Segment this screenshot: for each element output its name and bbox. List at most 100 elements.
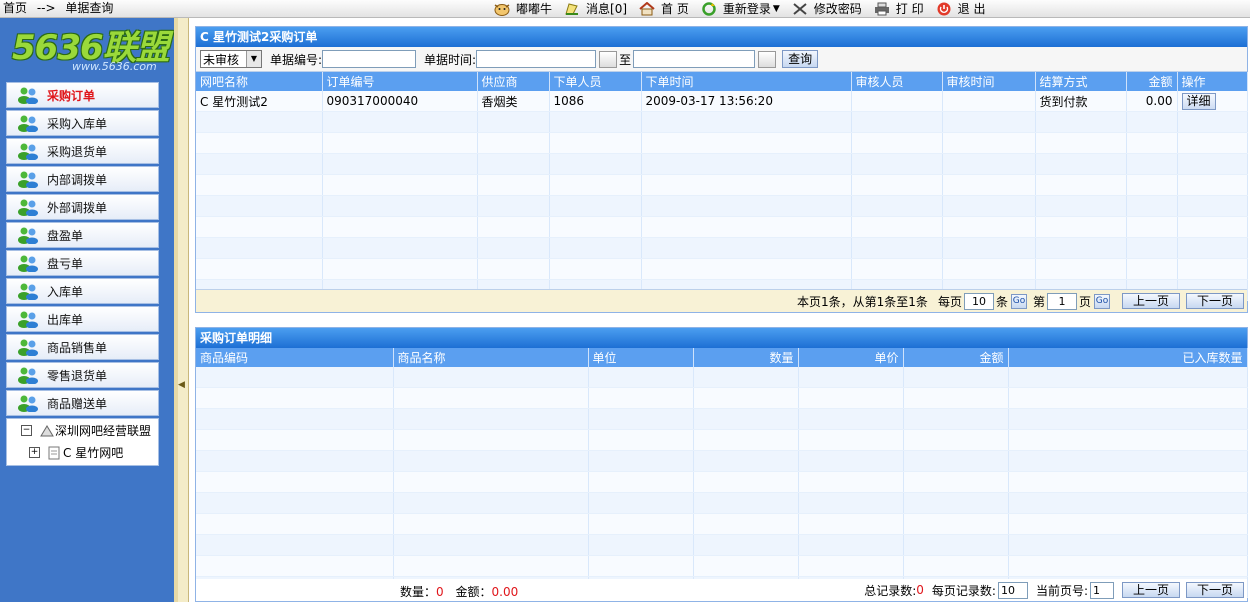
page-input[interactable]: 1	[1046, 292, 1077, 310]
table-row[interactable]: C 星竹测试2 090317000040 香烟类 1086 2009-03-17 13:…	[196, 91, 1248, 112]
table-cell	[196, 174, 323, 196]
collapse-arrow-icon[interactable]: ◀	[178, 380, 185, 390]
sidebar-item-label: 采购入库单	[47, 116, 108, 131]
details-footer: 数量：0 金额：0.00 总记录数: 0 每页记录数: 10 当前页号: 1 上一…	[196, 579, 1247, 601]
details-panel: 采购订单明细 商品编码 商品名称 单位 数量 单价 金额 已入库数量 数量：0 金额：0.0…	[195, 327, 1248, 602]
users-icon	[18, 339, 38, 356]
sidebar-item[interactable]: 盘亏单	[6, 250, 159, 276]
table-cell	[588, 429, 694, 451]
table-cell	[851, 111, 943, 133]
table-cell	[1008, 387, 1248, 409]
table-cell	[1177, 153, 1248, 175]
per-page-input[interactable]: 10	[963, 292, 994, 310]
logout-label: 退 出	[957, 2, 986, 16]
table-cell	[477, 174, 550, 196]
per-page-label: 每页	[937, 294, 962, 309]
sidebar-item[interactable]: 盘盈单	[6, 222, 159, 248]
user-label: 嘟嘟牛	[516, 2, 553, 16]
sidebar-item[interactable]: 采购入库单	[6, 110, 159, 136]
tree-node-child[interactable]: + C 星竹网吧	[29, 444, 123, 461]
sidebar-item-label: 商品赠送单	[47, 396, 108, 411]
table-cell	[942, 132, 1036, 154]
messages-link[interactable]: 消息[0]	[564, 0, 627, 17]
per-page-unit: 条	[995, 294, 1008, 309]
sidebar-item-label: 外部调拨单	[47, 200, 108, 215]
rows-per-page-label: 每页记录数:	[931, 583, 996, 598]
relogin-label: 重新登录	[722, 2, 771, 16]
doc-no-label: 单据编号:	[270, 52, 323, 67]
tree-node-root[interactable]: − 深圳网吧经营联盟	[21, 422, 151, 439]
sidebar-item[interactable]: 采购订单	[6, 82, 159, 108]
table-cell	[196, 387, 394, 409]
date-to-input[interactable]	[633, 50, 756, 68]
detail-button[interactable]: 详细	[1181, 92, 1216, 110]
table-cell	[798, 555, 904, 577]
details-prev-button[interactable]: 上一页	[1122, 582, 1180, 598]
doc-no-input[interactable]	[322, 50, 417, 68]
logo: 5636联盟 www.5636.com	[10, 20, 175, 76]
sidebar-item[interactable]: 入库单	[6, 278, 159, 304]
home-label: 首 页	[661, 2, 689, 16]
breadcrumb-current: 单据查询	[65, 1, 114, 15]
sidebar-item[interactable]: 采购退货单	[6, 138, 159, 164]
prev-page-button[interactable]: 上一页	[1122, 293, 1180, 309]
sidebar-item[interactable]: 出库单	[6, 306, 159, 332]
table-cell	[641, 237, 852, 259]
table-cell	[196, 132, 323, 154]
go-page-button[interactable]: Go	[1094, 293, 1110, 309]
current-page-input[interactable]: 1	[1090, 581, 1114, 599]
sidebar-item-label: 零售退货单	[47, 368, 108, 383]
sidebar-item[interactable]: 外部调拨单	[6, 194, 159, 220]
print-link[interactable]: 打 印	[874, 0, 924, 17]
date-from-input[interactable]	[476, 50, 597, 68]
messages-label: 消息[0]	[586, 2, 628, 16]
rows-per-page-input[interactable]: 10	[997, 581, 1028, 599]
table-cell	[903, 367, 1009, 388]
table-cell	[588, 555, 694, 577]
table-cell	[1177, 111, 1248, 133]
home-link[interactable]: 首 页	[639, 0, 689, 17]
status-select[interactable]: 未审核 ▼	[200, 50, 262, 68]
column-header: 商品编码	[196, 348, 394, 367]
change-password-link[interactable]: 修改密码	[792, 0, 862, 17]
table-cell	[693, 492, 799, 514]
go-button[interactable]: Go	[1010, 293, 1027, 309]
change-password-label: 修改密码	[813, 2, 862, 16]
table-row	[196, 555, 1248, 577]
sidebar: 5636联盟 www.5636.com 采购订单采购入库单采购退货单 内部调拨单外…	[0, 18, 178, 602]
sidebar-item-label: 出库单	[47, 312, 84, 327]
logout-link[interactable]: 退 出	[936, 0, 986, 17]
sidebar-item[interactable]: 内部调拨单	[6, 166, 159, 192]
table-cell	[196, 408, 394, 430]
calendar-icon[interactable]	[599, 50, 618, 68]
sidebar-item[interactable]: 商品赠送单	[6, 390, 159, 416]
table-cell	[903, 387, 1009, 409]
calendar-icon[interactable]	[758, 50, 777, 68]
users-icon	[18, 115, 38, 132]
details-next-button[interactable]: 下一页	[1186, 582, 1244, 598]
table-cell	[393, 387, 589, 409]
next-page-button[interactable]: 下一页	[1186, 293, 1244, 309]
breadcrumb-home[interactable]: 首页	[3, 1, 27, 15]
collapse-icon[interactable]: −	[21, 425, 32, 436]
relogin-link[interactable]: 重新登录 ▼	[701, 0, 780, 17]
table-cell	[641, 153, 852, 175]
table-cell	[641, 174, 852, 196]
expand-icon[interactable]: +	[29, 447, 40, 458]
table-cell	[196, 471, 394, 493]
details-table: 商品编码 商品名称 单位 数量 单价 金额 已入库数量	[196, 348, 1248, 598]
breadcrumb: 首页 --> 单据查询	[3, 0, 119, 17]
query-button[interactable]: 查询	[782, 50, 819, 68]
table-row	[196, 408, 1248, 430]
table-cell	[851, 153, 943, 175]
sidebar-item[interactable]: 零售退货单	[6, 362, 159, 388]
orders-title: C 星竹测试2采购订单	[196, 27, 1247, 47]
table-cell	[1126, 153, 1178, 175]
pager-summary: 本页1条，从第1条至1条	[797, 294, 928, 309]
table-cell	[798, 492, 904, 514]
user-link[interactable]: 嘟嘟牛	[494, 0, 552, 17]
arrow-down-icon: ▼	[772, 3, 780, 14]
sidebar-item[interactable]: 商品销售单	[6, 334, 159, 360]
splitter-handle[interactable]: ◀	[178, 18, 189, 602]
table-cell	[196, 258, 323, 280]
